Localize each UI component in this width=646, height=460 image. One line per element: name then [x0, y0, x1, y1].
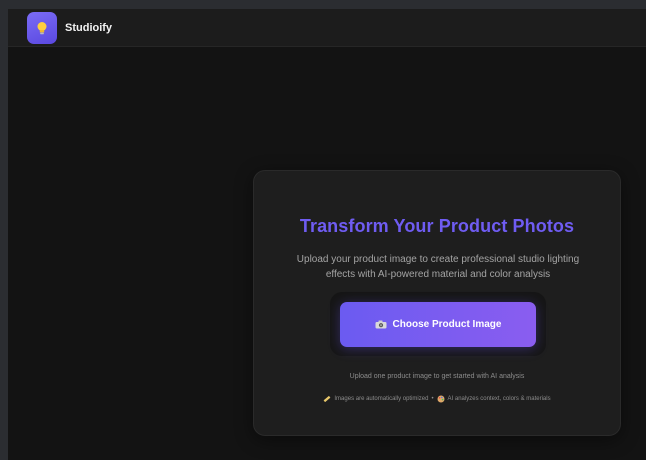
hero-subtitle-line-2: effects with AI-powered material and col… — [325, 269, 551, 280]
hero-title: Transform Your Product Photos — [299, 216, 575, 236]
upload-hint: Upload one product image to get started … — [349, 373, 525, 380]
choose-product-image-label: Choose Product Image — [392, 319, 502, 330]
ruler-icon — [324, 395, 331, 403]
lightbulb-icon — [37, 21, 47, 34]
note-analysis: AI analyzes context, colors & materials — [447, 396, 551, 402]
app-window: Studioify Transform Your Product Photos … — [8, 9, 646, 460]
top-bar: Studioify — [8, 9, 646, 47]
hero-subtitle: Upload your product image to create prof… — [274, 252, 602, 282]
app-title: Studioify — [65, 22, 113, 34]
hero-subtitle-line-1: Upload your product image to create prof… — [296, 254, 580, 265]
note-separator: • — [431, 396, 434, 402]
note-optimized: Images are automatically optimized — [334, 396, 429, 402]
upload-button-container: Choose Product Image — [330, 292, 546, 356]
upload-card: Transform Your Product Photos Upload you… — [253, 170, 621, 436]
choose-product-image-button[interactable]: Choose Product Image — [340, 302, 536, 347]
upload-footnote: Images are automatically optimized • AI … — [254, 395, 620, 403]
palette-icon — [437, 395, 445, 403]
camera-icon — [375, 320, 387, 329]
app-logo[interactable] — [27, 12, 57, 44]
